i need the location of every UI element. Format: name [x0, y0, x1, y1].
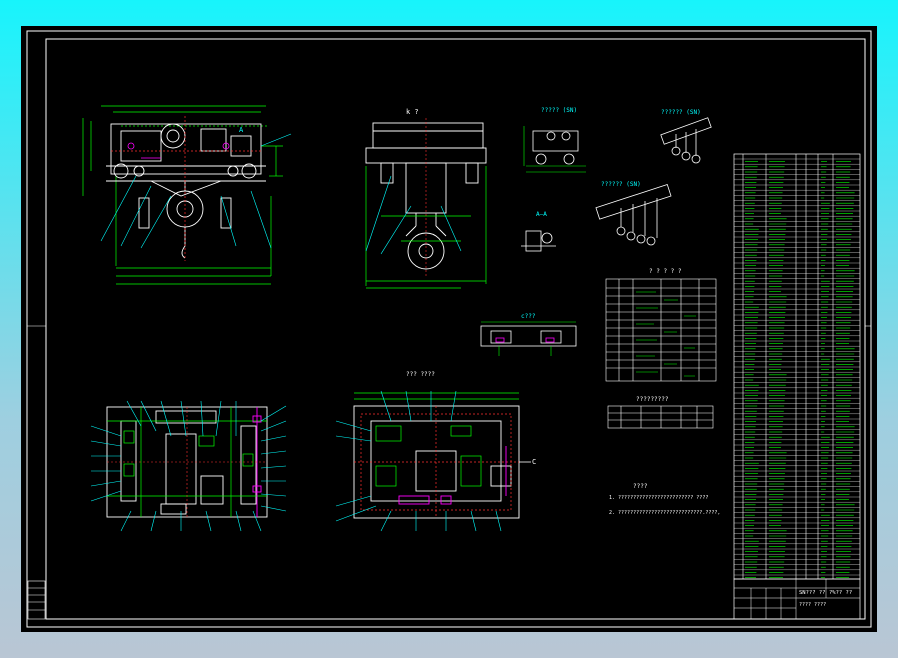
- inner-frame: [45, 38, 866, 620]
- note-2: 2. ????????????????????????????.????,: [609, 510, 720, 516]
- margin-stamp: [27, 580, 46, 620]
- plan-view-title: ??? ????: [406, 371, 435, 378]
- parts-list: [733, 153, 861, 580]
- outer-frame: [26, 30, 872, 628]
- front-view: k ?: [365, 108, 487, 289]
- section-aa-label: A—A: [536, 211, 547, 218]
- technical-table: ? ? ? ? ? ?????????: [605, 268, 717, 429]
- arrow-c-label: C: [532, 458, 536, 466]
- detail-view: c???: [480, 313, 577, 356]
- notes: ???? 1. ????????????????????????? ???? 2…: [609, 483, 720, 516]
- title-block: SN??? ?? ?%?? ?? ???? ????: [733, 578, 861, 620]
- section-title-3: ?????? (SN): [601, 181, 641, 188]
- section-title-2: ?????? (SN): [661, 109, 701, 116]
- company-label: ???? ????: [799, 602, 826, 608]
- section-title-1: ????? (SN): [541, 107, 577, 114]
- table-title: ? ? ? ? ?: [649, 268, 682, 275]
- plan-view-center: ??? ???? C: [335, 371, 536, 532]
- section-details: ????? (SN) ?????? (SN) ?????? (SN) A—A: [521, 107, 712, 252]
- cad-drawing: A k ? ????? (SN) ?????? (SN) ?????? (SN)…: [26, 30, 872, 628]
- drawing-name: SN??? ??: [799, 590, 826, 596]
- detail-title: c???: [521, 313, 536, 320]
- notes-title: ????: [633, 483, 648, 490]
- note-1: 1. ????????????????????????? ????: [609, 495, 708, 501]
- plan-view-left: [90, 400, 287, 532]
- sheet-label: ?%?? ??: [829, 590, 852, 596]
- front-view-title: k ?: [406, 108, 419, 116]
- drawing-canvas[interactable]: A k ? ????? (SN) ?????? (SN) ?????? (SN)…: [21, 26, 877, 632]
- subtable-title: ?????????: [636, 396, 669, 403]
- side-view-label: A: [239, 126, 244, 134]
- side-view: A: [82, 105, 292, 285]
